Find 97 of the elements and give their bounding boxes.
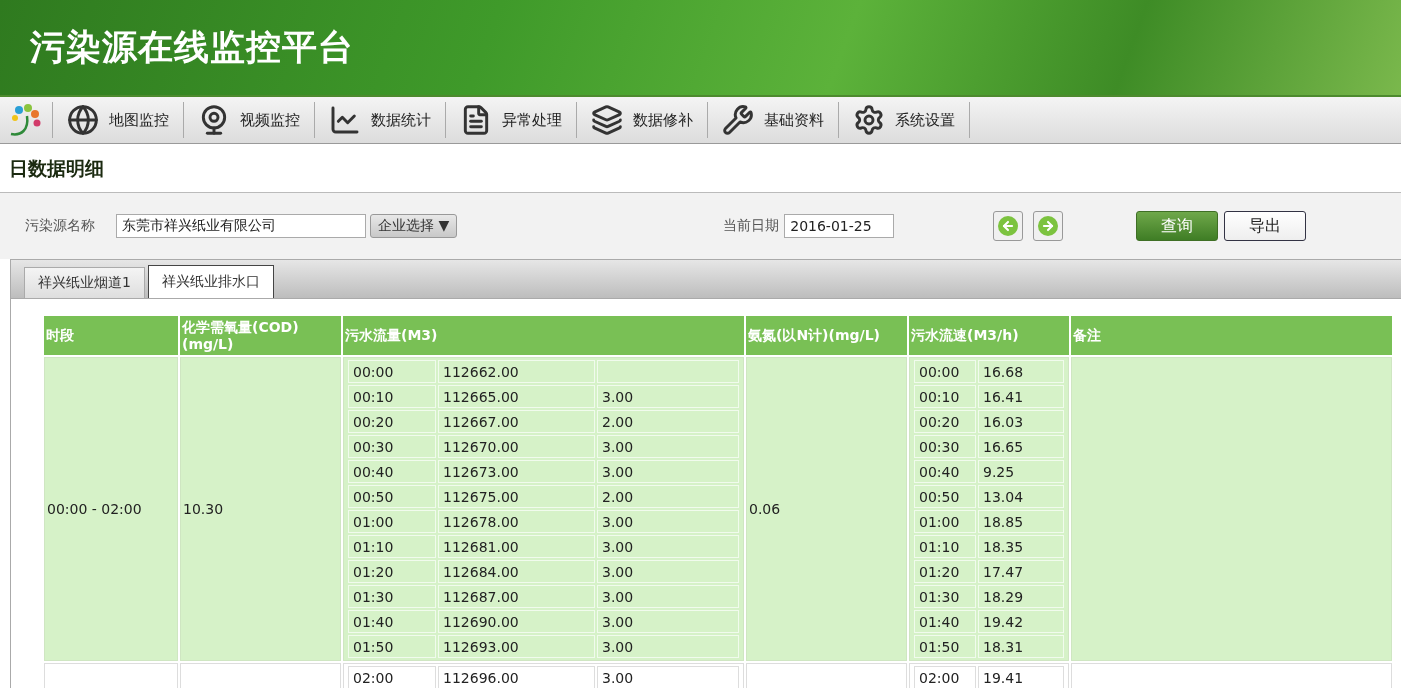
table-cell: 16.03 [978,410,1064,433]
source-field[interactable]: 东莞市祥兴纸业有限公司 [116,214,366,238]
table-cell: 19.41 [978,666,1064,688]
query-button[interactable]: 查询 [1136,211,1219,241]
next-day-button[interactable] [1033,211,1064,241]
table-cell: 01:00 [348,510,436,533]
settings-icon [853,104,885,136]
table-cell: 13.04 [978,485,1064,508]
table-cell: 18.85 [978,510,1064,533]
table-cell: 01:10 [348,535,436,558]
table-cell: 01:00 [914,510,976,533]
table-cell: 3.00 [597,560,739,583]
table-cell: 0.06 [746,357,907,661]
table-cell: 112684.00 [438,560,595,583]
table-cell: 00:00 [348,360,436,383]
platform-title: 污染源在线监控平台 [30,26,354,69]
column-header: 时段 [44,316,178,355]
table-cell: 2.00 [597,410,739,433]
previous-day-button[interactable] [993,211,1024,241]
table-cell: 3.00 [597,666,739,688]
export-button[interactable]: 导出 [1224,211,1307,241]
date-field[interactable]: 2016-01-25 [784,214,895,238]
table-cell: 112696.00 [438,666,595,688]
table-cell: 01:30 [914,585,976,608]
column-header: 污水流量(M3) [343,316,744,355]
table-cell: 3.00 [597,460,739,483]
table-cell: 01:20 [348,560,436,583]
table-cell: 16.68 [978,360,1064,383]
table-cell: 112665.00 [438,385,595,408]
table-cell: 00:50 [348,485,436,508]
table-cell: 3.00 [597,610,739,633]
table-cell: 02:00 [914,666,976,688]
date-label: 当前日期 [723,217,780,235]
nav-item[interactable]: 基础资料 [708,102,839,138]
column-header: 备注 [1071,316,1392,355]
nav-item[interactable]: 系统设置 [839,102,970,138]
table-cell: 00:50 [914,485,976,508]
table-cell: 01:50 [914,635,976,658]
table-cell: 00:20 [914,410,976,433]
table-cell: 18.29 [978,585,1064,608]
table-cell: 112681.00 [438,535,595,558]
column-header: 氨氮(以N计)(mg/L) [746,316,907,355]
wrench-icon [722,104,754,136]
table-cell: 17.47 [978,560,1064,583]
table-cell: 00:10 [348,385,436,408]
tab[interactable]: 祥兴纸业排水口 [147,265,274,298]
table-cell: 10.30 [180,357,341,661]
table-cell: 3.00 [597,435,739,458]
company-select-button[interactable]: 企业选择 ▼ [370,214,458,238]
nav-item[interactable]: 数据统计 [315,102,446,138]
nav-item[interactable]: 地图监控 [53,102,184,138]
column-header: 化学需氧量(COD)(mg/L) [180,316,341,355]
table-cell: 3.00 [597,635,739,658]
table-cell: 2.00 [597,485,739,508]
table-cell: 112662.00 [438,360,595,383]
table-cell: 16.41 [978,385,1064,408]
table-cell: 3.00 [597,585,739,608]
nav-item[interactable]: 异常处理 [446,102,577,138]
column-header: 污水流速(M3/h) [909,316,1069,355]
table-cell: 3.00 [597,535,739,558]
table-cell: 18.35 [978,535,1064,558]
table-cell: 00:40 [348,460,436,483]
globe-icon [67,104,99,136]
table-cell: 00:40 [914,460,976,483]
table-cell: 19.42 [978,610,1064,633]
table-cell: 01:40 [348,610,436,633]
nav-item[interactable]: 视频监控 [184,102,315,138]
table-cell: 00:20 [348,410,436,433]
table-cell: 00:30 [914,435,976,458]
table-cell: 9.25 [978,460,1064,483]
table-cell: 112667.00 [438,410,595,433]
table-cell: 01:10 [914,535,976,558]
table-cell: 112675.00 [438,485,595,508]
layers-icon [591,104,623,136]
table-cell: 02:00 [348,666,436,688]
table-cell: 00:30 [348,435,436,458]
line-chart-icon [329,104,361,136]
table-cell: 3.00 [597,385,739,408]
table-cell: 00:10 [914,385,976,408]
table-cell: 01:30 [348,585,436,608]
tab[interactable]: 祥兴纸业烟道1 [24,267,145,298]
source-label: 污染源名称 [25,217,95,235]
table-cell: 3.00 [597,510,739,533]
table-cell: 112693.00 [438,635,595,658]
table-cell: 16.65 [978,435,1064,458]
nav-item[interactable]: 数据修补 [577,102,708,138]
table-cell: 00:00 [914,360,976,383]
table-cell: 01:50 [348,635,436,658]
table-cell: 112670.00 [438,435,595,458]
table-cell: 01:40 [914,610,976,633]
table-cell: 112673.00 [438,460,595,483]
table-cell: 112678.00 [438,510,595,533]
table-cell: 18.31 [978,635,1064,658]
table-cell: 00:00 - 02:00 [44,357,178,661]
table-cell: 112690.00 [438,610,595,633]
table-cell: 01:20 [914,560,976,583]
table-cell: 112687.00 [438,585,595,608]
